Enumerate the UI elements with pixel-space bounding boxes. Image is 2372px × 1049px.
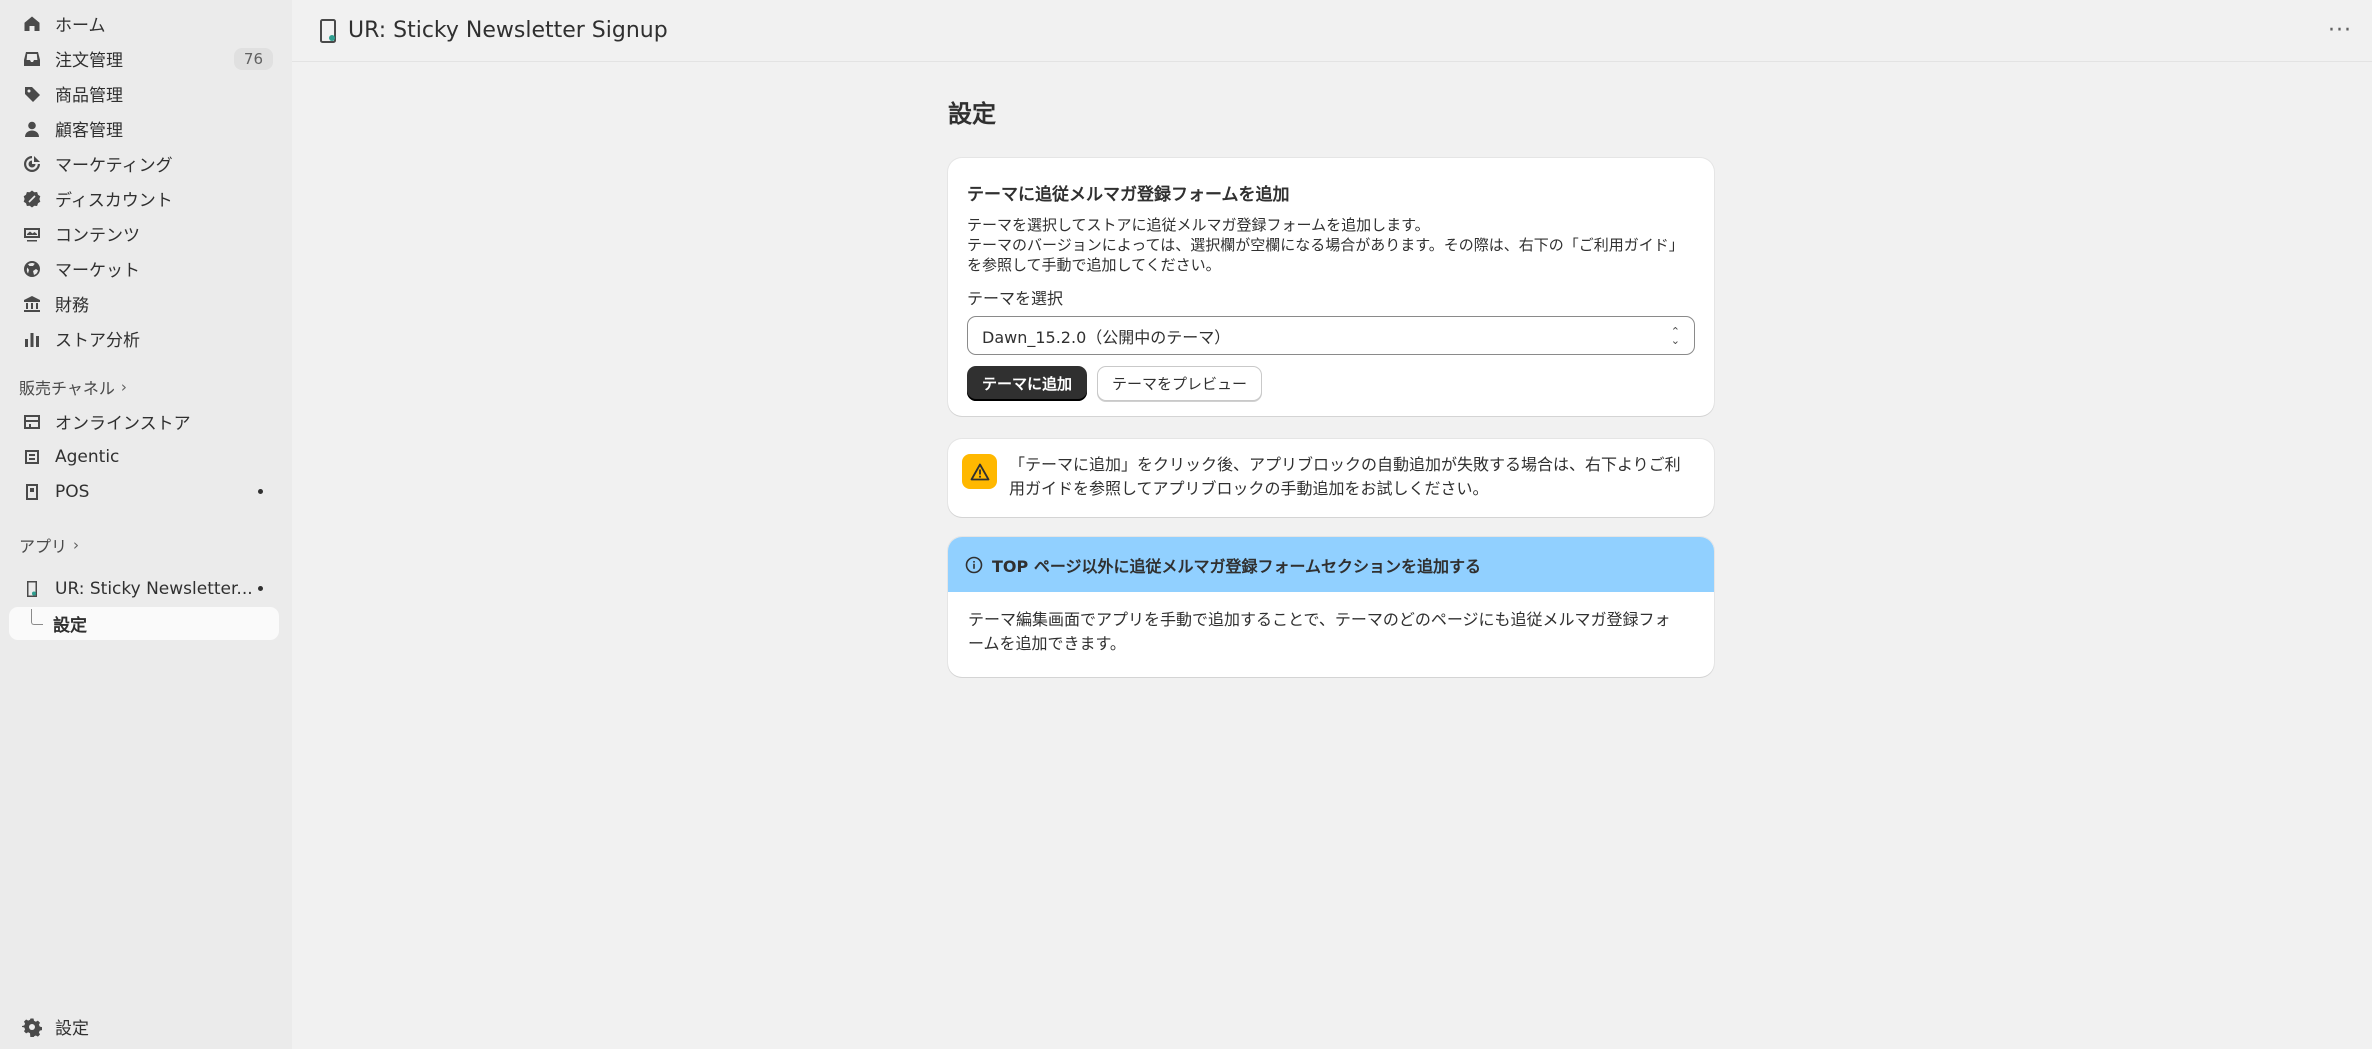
description-line: を参照して手動で追加してください。 bbox=[967, 256, 1221, 274]
select-arrows-icon: ⌃ ⌄ bbox=[1670, 324, 1680, 347]
sidebar-item-discounts[interactable]: ディスカウント bbox=[9, 182, 279, 215]
add-to-theme-card: テーマに追従メルマガ登録フォームを追加 テーマを選択してストアに追従メルマガ登録… bbox=[948, 158, 1714, 416]
sidebar-item-label: オンラインストア bbox=[55, 414, 191, 434]
app-header: UR: Sticky Newsletter Signup ··· bbox=[292, 0, 2372, 62]
sidebar-subitem-settings[interactable]: 設定 bbox=[9, 607, 279, 640]
theme-select[interactable]: Dawn_15.2.0（公開中のテーマ） ⌃ ⌄ bbox=[967, 316, 1695, 355]
sidebar-item-markets[interactable]: マーケット bbox=[9, 252, 279, 285]
sidebar-item-online-store[interactable]: オンラインストア bbox=[9, 405, 279, 438]
sidebar-item-label: 注文管理 bbox=[55, 51, 123, 71]
sidebar-item-customers[interactable]: 顧客管理 bbox=[9, 112, 279, 145]
sidebar-item-label: マーケット bbox=[55, 261, 140, 281]
sidebar-item-content[interactable]: コンテンツ bbox=[9, 217, 279, 250]
sales-channels-section[interactable]: 販売チャネル › bbox=[19, 375, 127, 399]
warning-text: 「テーマに追加」をクリック後、アプリブロックの自動追加が失敗する場合は、右下より… bbox=[1009, 453, 1681, 501]
sidebar-item-products[interactable]: 商品管理 bbox=[9, 77, 279, 110]
warning-line: 用ガイドを参照してアプリブロックの手動追加をお試しください。 bbox=[1009, 479, 1489, 498]
sidebar-item-finance[interactable]: 財務 bbox=[9, 287, 279, 320]
sidebar-item-label: UR: Sticky Newsletter... bbox=[55, 578, 253, 599]
info-line: テーマ編集画面でアプリを手動で追加することで、テーマのどのページにも追従メルマガ… bbox=[968, 610, 1671, 629]
info-banner-header: TOP ページ以外に追従メルマガ登録フォームセクションを追加する bbox=[948, 537, 1714, 592]
pos-icon bbox=[21, 481, 43, 503]
theme-select-label: テーマを選択 bbox=[967, 289, 1064, 308]
target-icon bbox=[21, 153, 43, 175]
sidebar-item-label: ディスカウント bbox=[55, 191, 173, 211]
person-icon bbox=[21, 118, 43, 140]
sidebar-item-agentic[interactable]: Agentic bbox=[9, 440, 279, 473]
app-logo-icon bbox=[320, 18, 336, 43]
sidebar-item-label: 顧客管理 bbox=[55, 121, 123, 141]
content-icon bbox=[21, 223, 43, 245]
gear-icon bbox=[21, 1016, 43, 1038]
theme-select-value: Dawn_15.2.0（公開中のテーマ） bbox=[982, 327, 1231, 347]
sidebar-item-marketing[interactable]: マーケティング bbox=[9, 147, 279, 180]
app-title: UR: Sticky Newsletter Signup bbox=[348, 18, 668, 43]
tree-connector bbox=[31, 608, 43, 625]
orders-count-badge: 76 bbox=[233, 47, 273, 70]
card-title: テーマに追従メルマガ登録フォームを追加 bbox=[967, 185, 1290, 205]
tag-icon bbox=[21, 83, 43, 105]
agentic-icon bbox=[21, 446, 43, 468]
card-description: テーマを選択してストアに追従メルマガ登録フォームを追加します。 テーマのバージョ… bbox=[967, 215, 1695, 275]
sidebar-item-label: 商品管理 bbox=[55, 86, 123, 106]
sidebar-item-analytics[interactable]: ストア分析 bbox=[9, 322, 279, 355]
sidebar-item-home[interactable]: ホーム bbox=[9, 7, 279, 40]
app-status-dot bbox=[258, 586, 263, 591]
inbox-icon bbox=[21, 48, 43, 70]
sidebar-item-label: ホーム bbox=[55, 16, 106, 36]
info-card: TOP ページ以外に追従メルマガ登録フォームセクションを追加する テーマ編集画面… bbox=[948, 537, 1714, 677]
info-banner-body: テーマ編集画面でアプリを手動で追加することで、テーマのどのページにも追従メルマガ… bbox=[948, 592, 1714, 672]
chart-icon bbox=[21, 328, 43, 350]
add-to-theme-button[interactable]: テーマに追加 bbox=[967, 366, 1088, 401]
warning-line: 「テーマに追加」をクリック後、アプリブロックの自動追加が失敗する場合は、右下より… bbox=[1009, 455, 1681, 474]
bank-icon bbox=[21, 293, 43, 315]
info-icon bbox=[965, 556, 983, 573]
discount-icon bbox=[21, 188, 43, 210]
chevron-right-icon: › bbox=[73, 536, 80, 554]
sidebar-subitem-label: 設定 bbox=[53, 616, 87, 636]
globe-icon bbox=[21, 258, 43, 280]
apps-title: アプリ bbox=[19, 537, 68, 556]
warning-icon bbox=[962, 454, 997, 489]
pos-status-dot bbox=[258, 489, 263, 494]
sidebar-item-sticky-newsletter-app[interactable]: UR: Sticky Newsletter... bbox=[9, 572, 279, 605]
info-banner-title: TOP ページ以外に追従メルマガ登録フォームセクションを追加する bbox=[992, 556, 1482, 576]
sidebar-item-label: POS bbox=[55, 481, 90, 502]
description-line: テーマのバージョンによっては、選択欄が空欄になる場合があります。その際は、右下の… bbox=[967, 236, 1684, 254]
card-actions: テーマに追加 テーマをプレビュー bbox=[967, 366, 1695, 401]
home-icon bbox=[21, 13, 43, 35]
preview-theme-button[interactable]: テーマをプレビュー bbox=[1097, 366, 1263, 401]
sidebar-item-orders[interactable]: 注文管理 76 bbox=[9, 42, 279, 75]
sidebar-item-label: コンテンツ bbox=[55, 226, 140, 246]
more-actions-button[interactable]: ··· bbox=[2328, 18, 2352, 43]
app-icon bbox=[21, 578, 43, 600]
chevron-right-icon: › bbox=[120, 378, 127, 396]
warning-card: 「テーマに追加」をクリック後、アプリブロックの自動追加が失敗する場合は、右下より… bbox=[948, 439, 1714, 517]
sidebar-item-label: 財務 bbox=[55, 296, 89, 316]
sidebar-item-pos[interactable]: POS bbox=[9, 475, 279, 508]
sidebar-item-label: 設定 bbox=[55, 1019, 89, 1039]
description-line: テーマを選択してストアに追従メルマガ登録フォームを追加します。 bbox=[967, 216, 1430, 234]
sales-channels-title: 販売チャネル bbox=[19, 379, 115, 398]
sidebar: ホーム 注文管理 76 商品管理 顧客管理 マーケティング ディスカウント コン… bbox=[0, 0, 292, 1049]
page-title: 設定 bbox=[948, 100, 996, 128]
sidebar-item-label: ストア分析 bbox=[55, 331, 140, 351]
sidebar-item-label: Agentic bbox=[55, 446, 120, 467]
sidebar-item-settings[interactable]: 設定 bbox=[9, 1010, 279, 1043]
store-icon bbox=[21, 411, 43, 433]
apps-section[interactable]: アプリ › bbox=[19, 533, 79, 557]
sidebar-item-label: マーケティング bbox=[55, 156, 173, 176]
info-line: ームを追加できます。 bbox=[968, 634, 1126, 653]
